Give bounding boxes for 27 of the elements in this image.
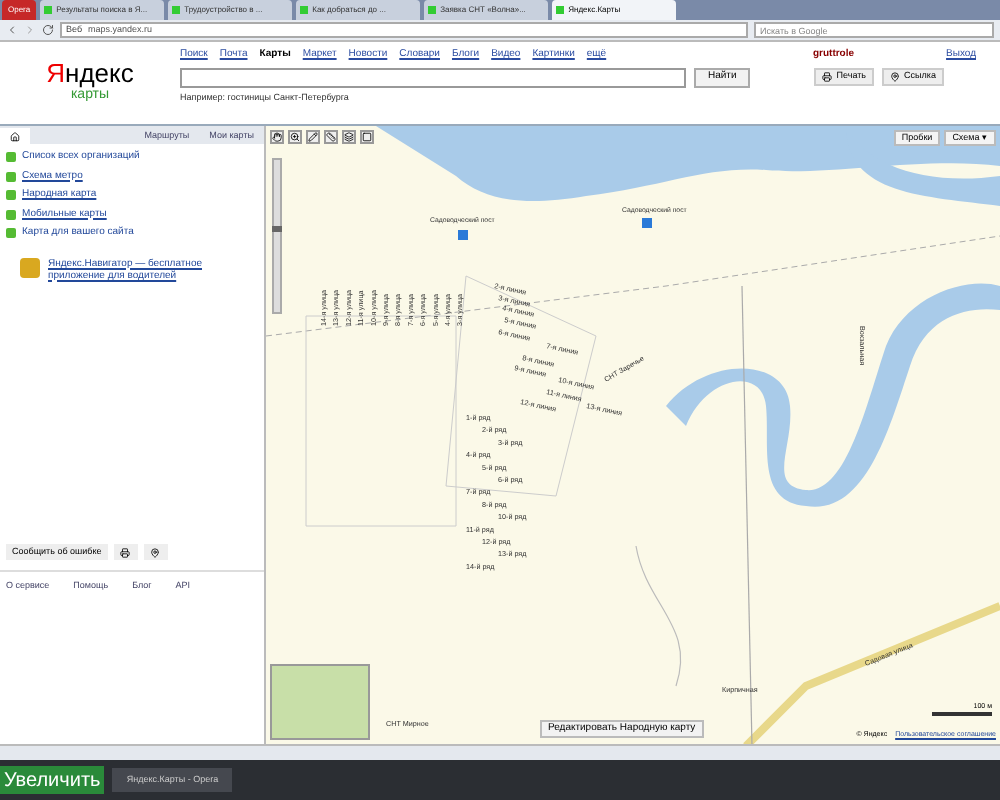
home-tab[interactable]	[0, 128, 30, 144]
pencil-icon[interactable]	[308, 132, 318, 142]
yandex-logo[interactable]: Яндекс	[46, 59, 134, 86]
map-search-field[interactable]	[180, 67, 686, 87]
page-icon	[300, 6, 309, 14]
pin-icon	[150, 547, 161, 558]
home-icon	[10, 131, 20, 141]
square-icon[interactable]	[362, 132, 372, 142]
printer-icon	[822, 72, 833, 82]
hand-icon[interactable]	[272, 132, 282, 142]
print-button[interactable]	[113, 544, 138, 561]
start-button[interactable]: Увеличить	[0, 766, 105, 794]
zoom-slider-thumb[interactable]	[272, 226, 282, 233]
page-icon	[44, 6, 53, 14]
navigator-icon	[20, 257, 40, 277]
path-line	[635, 545, 682, 687]
reload-icon[interactable]	[42, 24, 54, 36]
scale-bar	[932, 712, 992, 716]
pin-icon	[890, 72, 901, 82]
ruler-icon[interactable]	[326, 132, 336, 142]
pin-button[interactable]	[143, 544, 168, 561]
zoom-in-icon[interactable]	[290, 132, 300, 142]
layers-icon[interactable]	[344, 132, 354, 142]
printer-icon	[120, 547, 131, 558]
page-icon	[428, 6, 437, 14]
page-icon	[556, 6, 565, 14]
page-icon	[172, 6, 181, 14]
